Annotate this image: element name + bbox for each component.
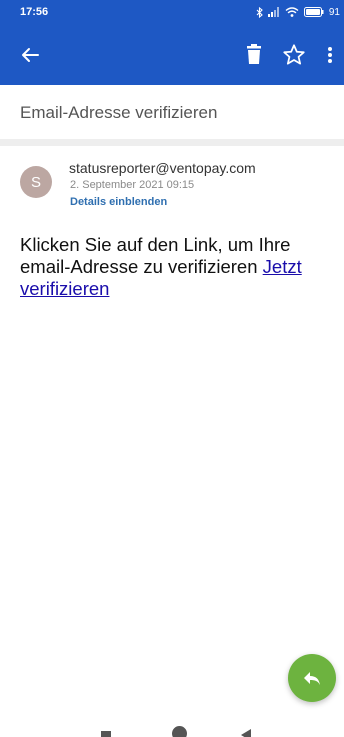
back-triangle-icon[interactable] [241, 729, 251, 737]
app-bar [0, 25, 344, 85]
star-button[interactable] [281, 42, 307, 68]
reply-button[interactable] [288, 654, 336, 702]
home-circle-icon[interactable] [172, 726, 187, 737]
trash-icon [247, 44, 261, 64]
status-bar: 17:56 91 [0, 0, 344, 25]
signal-icon [267, 7, 279, 17]
back-arrow-icon [22, 48, 39, 62]
reply-icon [304, 672, 320, 685]
system-nav-bar [0, 714, 344, 737]
header-divider [0, 139, 344, 146]
show-details-link[interactable]: Details einblenden [70, 196, 167, 208]
battery-percent: 91 [328, 6, 340, 18]
back-button[interactable] [18, 43, 42, 67]
email-date: 2. September 2021 09:15 [70, 179, 195, 191]
delete-button[interactable] [244, 43, 264, 67]
sender-address: statusreporter@ventopay.com [69, 160, 256, 176]
sender-avatar[interactable]: S [20, 166, 52, 198]
more-options-button[interactable] [322, 43, 338, 67]
status-icons: 91 [256, 4, 340, 20]
bluetooth-icon [256, 6, 263, 18]
email-body-text: Klicken Sie auf den Link, um Ihre email-… [20, 234, 291, 277]
email-subject: Email-Adresse verifizieren [20, 103, 218, 122]
recents-square-icon[interactable] [101, 731, 111, 737]
star-outline-icon [283, 44, 305, 65]
email-body: Klicken Sie auf den Link, um Ihre email-… [20, 234, 338, 300]
battery-icon [303, 7, 324, 17]
avatar-letter: S [30, 173, 41, 191]
status-time: 17:56 [20, 6, 49, 18]
more-vert-icon [328, 47, 332, 63]
wifi-icon [285, 7, 299, 17]
